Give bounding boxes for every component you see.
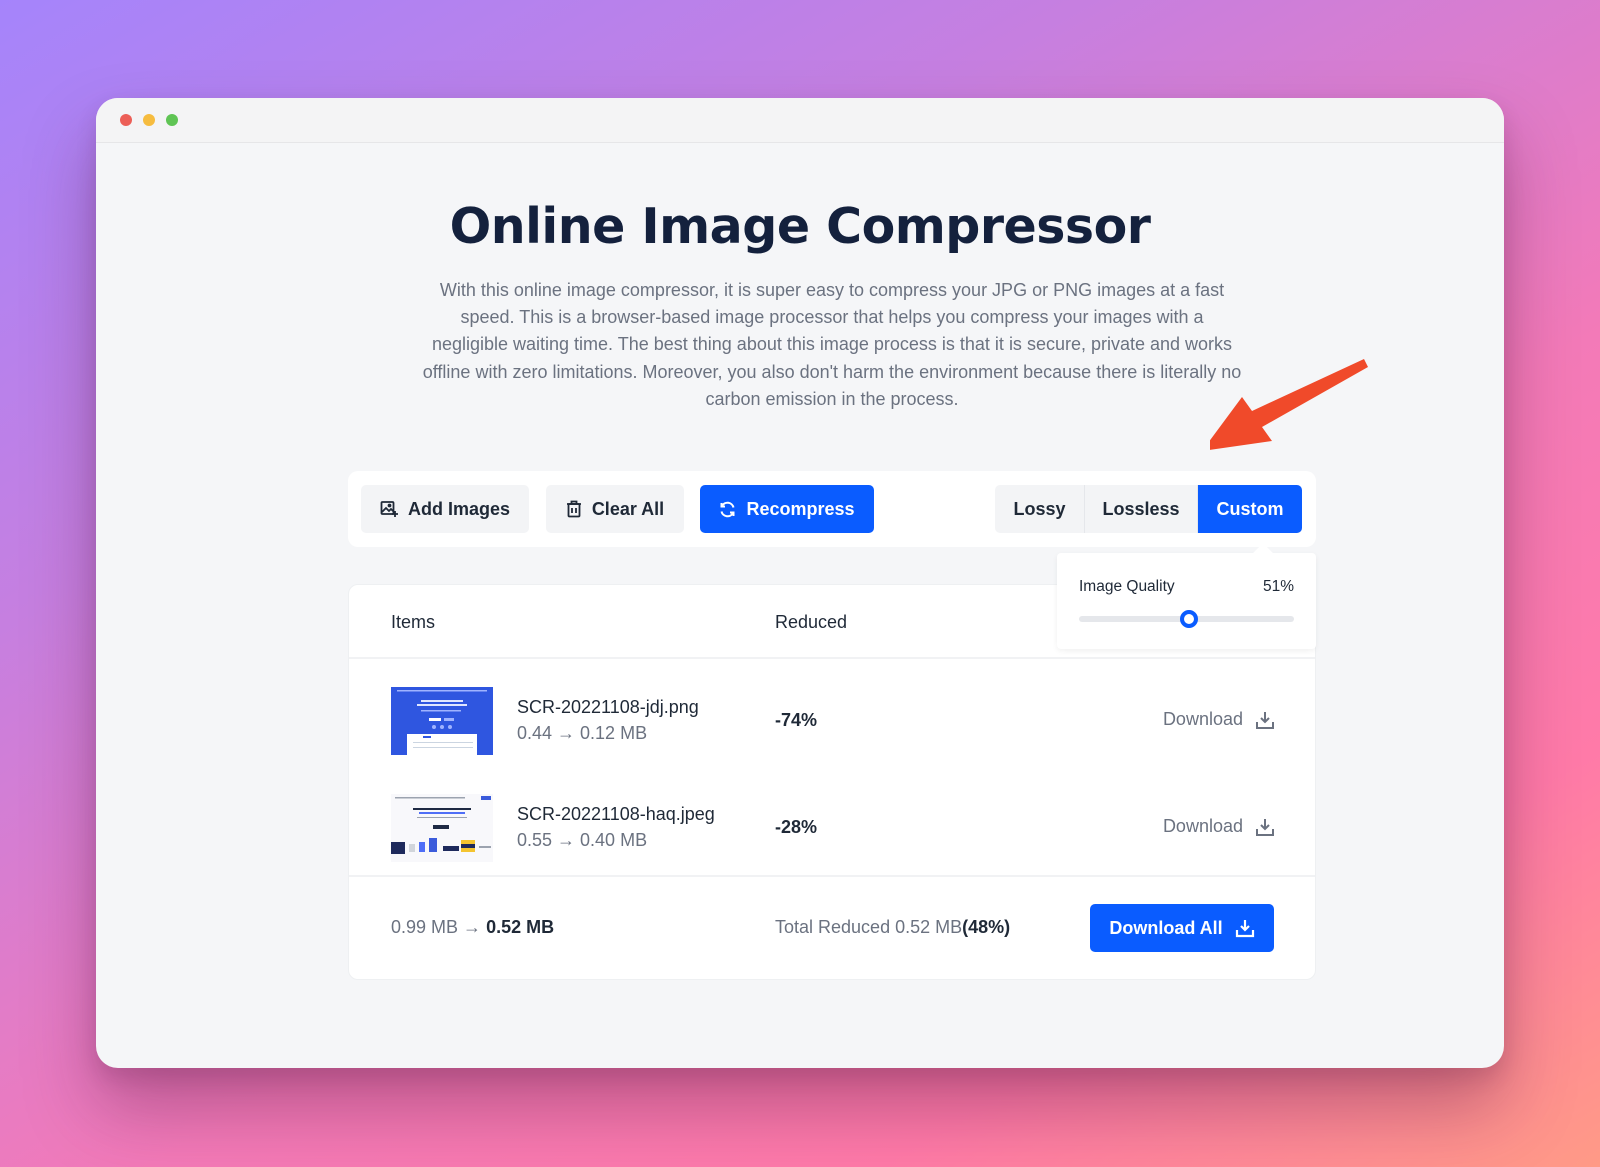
image-quality-label: Image Quality: [1079, 578, 1175, 595]
total-reduced-percent: (48%): [962, 917, 1011, 937]
toolbar: Add Images Clear All Recompress Lossy Lo…: [348, 471, 1316, 547]
image-quality-popover: Image Quality 51%: [1057, 553, 1316, 649]
mode-lossy-button[interactable]: Lossy: [995, 485, 1085, 533]
clear-all-label: Clear All: [591, 498, 665, 519]
mode-custom-button[interactable]: Custom: [1198, 485, 1302, 533]
reduction-percent: -74%: [775, 710, 818, 730]
reduction-percent: -28%: [775, 817, 818, 837]
original-total-size: 0.99 MB →: [391, 917, 482, 937]
mode-lossless-button[interactable]: Lossless: [1085, 485, 1198, 533]
clear-all-button[interactable]: Clear All: [546, 485, 684, 533]
page-title: Online Image Compressor: [449, 198, 1151, 255]
maximize-window-button[interactable]: [166, 114, 178, 126]
download-icon: [1256, 711, 1274, 729]
total-reduced-label: Total Reduced 0.52 MB: [775, 917, 963, 937]
page-description: With this online image compressor, it is…: [422, 280, 1242, 409]
compression-mode-toggle: Lossy Lossless Custom: [995, 485, 1302, 533]
column-header-reduced: Reduced: [775, 612, 848, 632]
download-button[interactable]: Download: [1163, 816, 1275, 837]
close-window-button[interactable]: [120, 114, 132, 126]
add-images-label: Add Images: [407, 498, 511, 519]
download-label: Download: [1162, 709, 1243, 729]
download-icon: [1256, 818, 1274, 836]
file-name: SCR-20221108-haq.jpeg: [517, 804, 715, 824]
image-quality-value: 51%: [1262, 578, 1294, 595]
minimize-window-button[interactable]: [143, 114, 155, 126]
file-name: SCR-20221108-jdj.png: [517, 697, 699, 717]
image-thumbnail: [391, 794, 493, 862]
download-all-label: Download All: [1109, 917, 1223, 938]
download-all-button[interactable]: Download All: [1090, 904, 1274, 952]
file-size-change: 0.44 → 0.12 MB: [517, 723, 648, 743]
image-quality-slider[interactable]: [1079, 610, 1294, 628]
total-size-summary: 0.99 MB → 0.52 MB: [391, 917, 554, 938]
recompress-button[interactable]: Recompress: [700, 485, 874, 533]
file-size-change: 0.55 → 0.40 MB: [517, 830, 648, 850]
trash-icon: [566, 500, 581, 518]
window-titlebar: [96, 98, 1504, 143]
annotation-arrow-icon: [1210, 359, 1368, 450]
add-images-button[interactable]: Add Images: [361, 485, 529, 533]
image-add-icon: [380, 501, 398, 517]
refresh-icon: [720, 501, 735, 517]
image-thumbnail: [391, 687, 493, 755]
table-footer: 0.99 MB → 0.52 MB Total Reduced 0.52 MB(…: [349, 875, 1315, 979]
table-row: SCR-20221108-haq.jpeg 0.55 → 0.40 MB -28…: [349, 768, 1315, 877]
compressed-total-size: 0.52 MB: [486, 917, 555, 937]
recompress-label: Recompress: [746, 498, 855, 519]
download-label: Download: [1162, 816, 1243, 836]
total-reduced-summary: Total Reduced 0.52 MB(48%): [775, 917, 1010, 938]
download-button[interactable]: Download: [1163, 709, 1275, 730]
slider-handle[interactable]: [1179, 610, 1198, 628]
column-header-items: Items: [391, 612, 436, 632]
table-row: SCR-20221108-jdj.png 0.44 → 0.12 MB -74%…: [349, 659, 1315, 768]
download-icon: [1235, 920, 1254, 938]
